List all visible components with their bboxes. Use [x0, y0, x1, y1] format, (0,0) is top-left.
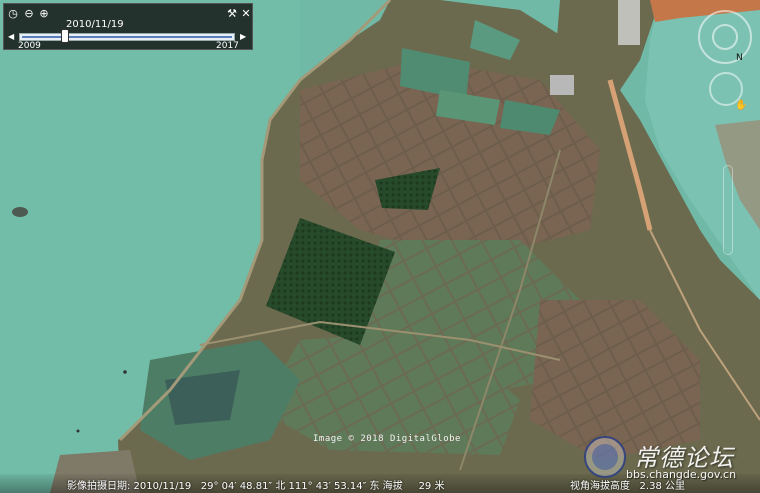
- slider-start-year: 2009: [18, 41, 41, 51]
- zoom-in-icon[interactable]: ⊕: [38, 8, 50, 20]
- wrench-icon[interactable]: ⚒: [226, 8, 238, 20]
- watermark-url: bbs.changde.gov.cn: [626, 468, 737, 481]
- slider-current-date: 2010/11/19: [66, 19, 124, 30]
- slider-track[interactable]: [19, 33, 235, 41]
- satellite-map[interactable]: [0, 0, 760, 493]
- watermark-seal-inner: [592, 444, 618, 470]
- small-island: [12, 207, 28, 217]
- status-coordinates: 影像拍摄日期: 2010/11/19 29° 04′ 48.81″ 北 111°…: [67, 481, 445, 492]
- compass-center[interactable]: [712, 24, 738, 50]
- close-icon[interactable]: ✕: [240, 8, 252, 20]
- zoom-out-icon[interactable]: ⊖: [23, 8, 35, 20]
- bridge-structure: [618, 0, 640, 45]
- slider-end-year: 2017: [216, 41, 239, 51]
- north-indicator[interactable]: N: [736, 53, 743, 63]
- boat: [123, 370, 127, 374]
- step-forward-icon[interactable]: ▶: [240, 32, 246, 42]
- hand-icon[interactable]: ✋: [735, 100, 747, 111]
- step-back-icon[interactable]: ◀: [8, 32, 14, 42]
- boat: [76, 429, 80, 433]
- slider-thumb[interactable]: [60, 29, 69, 43]
- slider-track-fill: [22, 36, 232, 38]
- clock-icon[interactable]: ◷: [7, 8, 19, 20]
- historical-imagery-slider[interactable]: ◷ ⊖ ⊕ ⚒ ✕ 2010/11/19 ◀ ▶ 2009 2017: [3, 3, 253, 51]
- imagery-credit: Image © 2018 DigitalGlobe: [313, 434, 461, 444]
- pumping-station: [550, 75, 574, 95]
- zoom-slider[interactable]: [723, 165, 733, 255]
